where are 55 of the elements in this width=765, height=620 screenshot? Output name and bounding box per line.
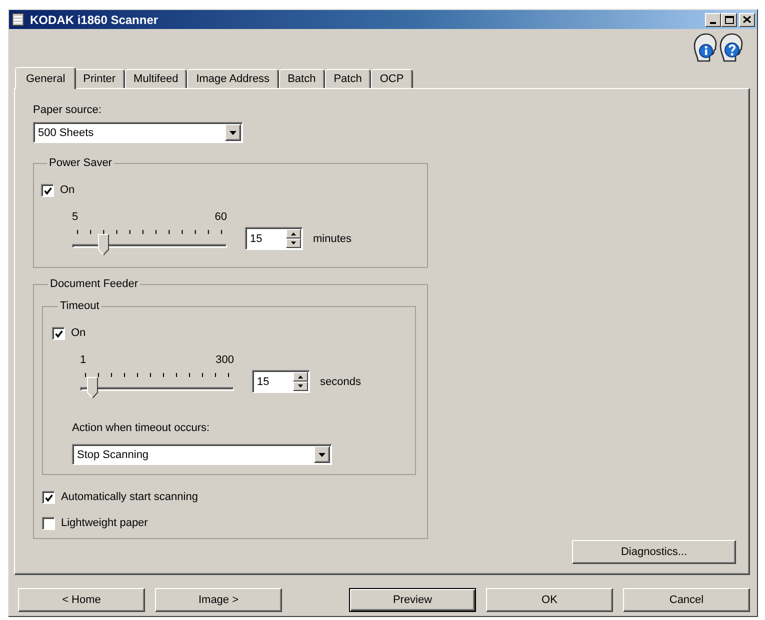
tab[interactable]: OCP: [370, 69, 413, 88]
window-title: KODAK i1860 Scanner: [30, 12, 160, 26]
dialog-button[interactable]: OK: [486, 588, 613, 612]
dialog-button[interactable]: < Home: [18, 588, 145, 612]
spin-arrows-icon[interactable]: [286, 229, 301, 248]
unit-label: seconds: [320, 376, 361, 388]
checkmark-icon: [54, 330, 62, 338]
minimize-icon: [710, 22, 716, 24]
field-label: Action when timeout occurs:: [72, 422, 210, 435]
spinbox[interactable]: 15: [252, 370, 310, 393]
help-icon[interactable]: [719, 33, 743, 62]
group-title: Timeout: [59, 300, 100, 313]
maximize-icon: [724, 16, 734, 24]
checkbox-label: On: [60, 184, 75, 197]
scanner-icon: [12, 13, 24, 26]
checkmark-icon: [44, 186, 52, 194]
slider-thumb[interactable]: [98, 234, 109, 256]
tab[interactable]: Batch: [278, 69, 325, 88]
slider-thumb[interactable]: [86, 377, 98, 399]
checkbox-label: Lightweight paper: [61, 517, 148, 530]
field-label: Paper source:: [33, 104, 102, 117]
checkbox[interactable]: [41, 184, 54, 197]
close-icon: [743, 16, 751, 23]
tab[interactable]: General: [15, 67, 76, 89]
maximize-button[interactable]: [721, 12, 737, 26]
diagnostics-button[interactable]: Diagnostics...: [572, 540, 736, 564]
caret-icon[interactable]: [225, 124, 241, 141]
slider-min-label: 5: [72, 211, 78, 223]
close-button[interactable]: [739, 12, 755, 26]
checkbox-label: On: [71, 327, 86, 340]
tab[interactable]: Image Address: [187, 69, 279, 88]
dialog-button[interactable]: Image >: [155, 588, 282, 612]
unit-label: minutes: [313, 232, 352, 244]
caret-icon[interactable]: [314, 446, 330, 463]
checkbox[interactable]: [42, 517, 55, 530]
minimize-button[interactable]: [705, 12, 721, 26]
group-title: Power Saver: [48, 157, 113, 170]
dialog-button[interactable]: Cancel: [623, 588, 750, 612]
tab[interactable]: Printer: [74, 69, 125, 88]
checkbox-label: Automatically start scanning: [61, 491, 198, 504]
dropdown[interactable]: 500 Sheets: [33, 122, 243, 143]
spinbox[interactable]: 15: [245, 227, 303, 250]
dropdown[interactable]: Stop Scanning: [72, 444, 332, 465]
slider-max-label: 300: [216, 354, 234, 366]
dialog-button[interactable]: Preview: [349, 588, 476, 612]
checkbox[interactable]: [52, 327, 65, 340]
checkbox[interactable]: [42, 491, 55, 504]
spin-arrows-icon[interactable]: [293, 372, 308, 391]
tab[interactable]: Patch: [324, 69, 371, 88]
slider-max-label: 60: [214, 211, 227, 223]
group-title: Document Feeder: [49, 278, 140, 291]
checkmark-icon: [44, 494, 52, 502]
slider-min-label: 1: [80, 354, 86, 366]
tab[interactable]: Multifeed: [124, 69, 188, 88]
info-icon[interactable]: [693, 33, 717, 62]
